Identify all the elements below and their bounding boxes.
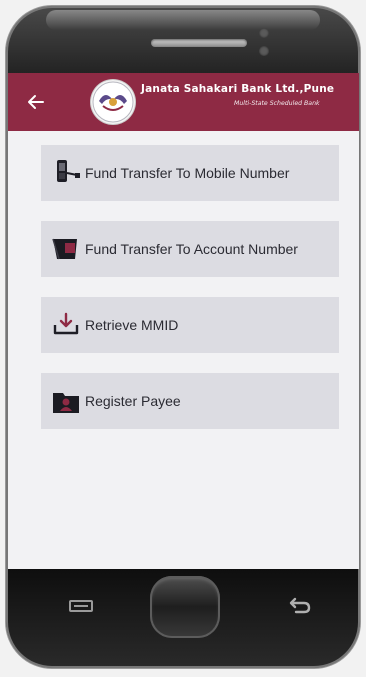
back-key-icon[interactable] xyxy=(282,594,316,618)
front-camera xyxy=(259,46,269,56)
menu-key-icon[interactable] xyxy=(64,594,98,618)
menu-item-retrieve-mmid[interactable]: Retrieve MMID xyxy=(41,297,339,353)
earpiece-speaker xyxy=(151,39,247,47)
phone-hardware-buttons xyxy=(20,572,346,652)
mobile-phone-icon xyxy=(51,159,81,187)
payee-folder-icon xyxy=(51,387,81,415)
bank-logo xyxy=(91,80,135,124)
menu-item-fund-transfer-account[interactable]: Fund Transfer To Account Number xyxy=(41,221,339,277)
menu-item-fund-transfer-mobile[interactable]: Fund Transfer To Mobile Number xyxy=(41,145,339,201)
back-arrow-icon[interactable] xyxy=(24,90,48,114)
wallet-icon xyxy=(51,235,81,263)
home-button[interactable] xyxy=(150,576,220,638)
phone-bezel-highlight xyxy=(46,10,320,30)
menu-label-retrieve-mmid: Retrieve MMID xyxy=(85,317,179,333)
phone-device-frame: Janata Sahakari Bank Ltd.,Pune Multi-Sta… xyxy=(6,6,360,668)
menu-item-register-payee[interactable]: Register Payee xyxy=(41,373,339,429)
menu-label-fund-transfer-mobile: Fund Transfer To Mobile Number xyxy=(85,165,290,181)
menu-label-fund-transfer-account: Fund Transfer To Account Number xyxy=(85,241,298,257)
menu-label-register-payee: Register Payee xyxy=(85,393,181,409)
app-header: Janata Sahakari Bank Ltd.,Pune Multi-Sta… xyxy=(8,73,359,131)
bank-subtitle: Multi-State Scheduled Bank xyxy=(234,100,320,107)
app-screen: Janata Sahakari Bank Ltd.,Pune Multi-Sta… xyxy=(8,73,359,569)
proximity-sensor xyxy=(259,28,269,38)
bank-name-title: Janata Sahakari Bank Ltd.,Pune xyxy=(141,83,335,95)
download-tray-icon xyxy=(51,311,81,339)
